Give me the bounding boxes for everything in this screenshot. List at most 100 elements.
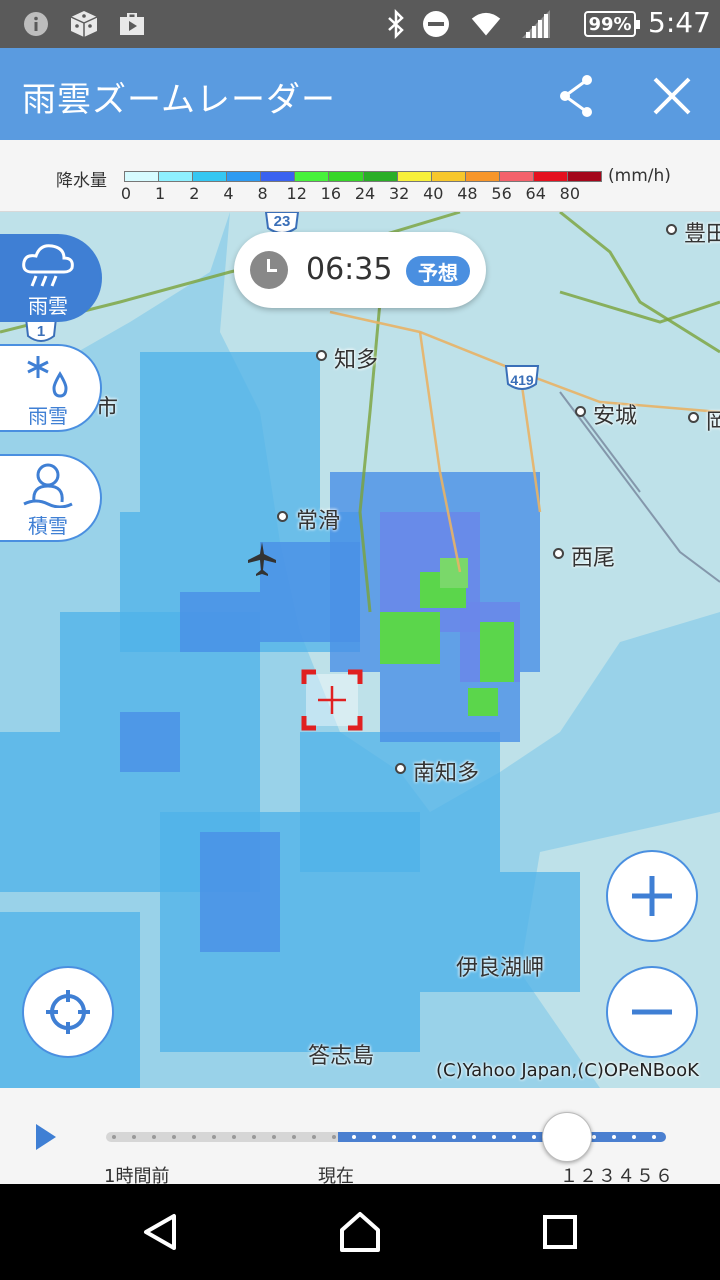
city-marker	[395, 763, 406, 774]
clock-icon	[250, 251, 288, 289]
recents-button[interactable]	[536, 1208, 584, 1256]
city-marker	[316, 350, 327, 361]
map-credit: (C)Yahoo Japan,(C)OPeNBooK	[436, 1060, 699, 1081]
close-icon	[653, 77, 691, 115]
timeline-tick	[132, 1135, 136, 1139]
legend-tick-label: 1	[155, 184, 166, 203]
mode-button-snow-depth[interactable]: 積雪	[0, 454, 102, 542]
timeline-tick	[532, 1135, 536, 1139]
forecast-time-display: 06:35 予想	[234, 232, 486, 308]
timeline-tick	[212, 1135, 216, 1139]
play-button[interactable]	[30, 1120, 60, 1154]
place-label-irago: 伊良湖岬	[456, 956, 545, 981]
city-marker	[666, 224, 677, 235]
legend-color-swatch	[261, 172, 296, 181]
close-button[interactable]	[644, 68, 700, 124]
do-not-disturb-icon	[420, 8, 452, 40]
legend-color-swatch	[465, 172, 500, 181]
route-label: 419	[510, 372, 534, 388]
legend-tick-label: 12	[286, 184, 307, 203]
mode-label: 雨雪	[28, 404, 68, 428]
city-marker	[575, 406, 586, 417]
current-location-icon	[46, 990, 90, 1034]
share-icon	[560, 75, 592, 117]
timeline-tick	[192, 1135, 196, 1139]
route-shield: 23	[264, 212, 300, 234]
zoom-in-icon	[632, 876, 672, 916]
legend-color-swatch	[499, 172, 534, 181]
place-label-toyota: 豊田	[684, 222, 720, 247]
timeline-tick	[412, 1135, 416, 1139]
route-shield: 419	[504, 365, 540, 390]
legend-tick-label: 0	[120, 184, 132, 203]
legend-color-swatch	[363, 172, 398, 181]
place-label-anjo: 安城	[593, 404, 638, 429]
home-icon	[340, 1212, 380, 1252]
timeline-slider-thumb[interactable]	[542, 1112, 592, 1162]
legend-tick-label: 40	[423, 184, 444, 203]
app-title: 雨雲ズームレーダー	[22, 80, 336, 120]
legend-color-scale	[124, 171, 602, 182]
legend-color-swatch	[397, 172, 432, 181]
precipitation-legend: 降水量 0 1 2 4 8 12 16 24 32 40 48 56 64 80 (mm/h)	[0, 140, 720, 212]
timeline-tick	[612, 1135, 616, 1139]
radar-map[interactable]: 23 1 419 知多 安城 豊田 岡 市 常滑 西尾 南知多 伊良湖岬 答志島…	[0, 212, 720, 1088]
legend-tick-label: 24	[354, 184, 376, 203]
current-location-button[interactable]	[22, 966, 114, 1058]
legend-tick-label: 80	[559, 184, 581, 203]
legend-tick-label: 16	[320, 184, 342, 203]
snow-rain-icon	[27, 356, 68, 398]
legend-color-swatch	[295, 172, 330, 181]
legend-color-swatch	[193, 172, 228, 181]
home-button[interactable]	[336, 1208, 384, 1256]
place-label-toshijima: 答志島	[308, 1044, 375, 1069]
status-bar: 99% 5:47	[0, 0, 720, 48]
snowman-icon	[23, 463, 73, 508]
city-marker	[277, 511, 288, 522]
timeline-tick	[332, 1135, 336, 1139]
timeline-tick	[432, 1135, 436, 1139]
legend-color-swatch	[329, 172, 364, 181]
bluetooth-icon	[380, 8, 412, 40]
legend-tick-label: 56	[491, 184, 512, 203]
timeline-tick	[372, 1135, 376, 1139]
back-button[interactable]	[136, 1208, 184, 1256]
status-time: 5:47	[648, 6, 711, 39]
legend-tick-label: 4	[223, 184, 234, 203]
legend-color-swatch	[568, 172, 602, 181]
timeline-tick	[252, 1135, 256, 1139]
legend-tick-label: 8	[257, 184, 268, 203]
place-label-edge-right: 岡	[706, 410, 720, 435]
city-marker	[688, 412, 699, 423]
legend-unit: (mm/h)	[608, 166, 671, 186]
battery-indicator: 99%	[584, 11, 640, 37]
legend-tick-label: 48	[457, 184, 478, 203]
play-icon	[36, 1124, 56, 1150]
mode-button-rain-cloud[interactable]: 雨雲	[0, 234, 102, 322]
legend-tick-label: 64	[525, 184, 546, 203]
timeline-bar: 1時間前 現在 １２３４５６	[0, 1088, 720, 1187]
place-label-nishio: 西尾	[571, 546, 616, 571]
legend-color-swatch	[227, 172, 262, 181]
timeline-tick	[632, 1135, 636, 1139]
timeline-tick	[492, 1135, 496, 1139]
system-nav-bar	[0, 1184, 720, 1280]
timeline-tick	[652, 1135, 656, 1139]
forecast-badge: 予想	[406, 256, 470, 286]
mode-label: 積雪	[28, 514, 68, 538]
timeline-tick	[472, 1135, 476, 1139]
timeline-tick	[272, 1135, 276, 1139]
legend-color-swatch	[431, 172, 466, 181]
share-button[interactable]	[548, 68, 604, 124]
zoom-in-button[interactable]	[606, 850, 698, 942]
play-store-icon	[116, 8, 148, 40]
timeline-tick	[592, 1135, 596, 1139]
zoom-out-button[interactable]	[606, 966, 698, 1058]
timeline-tick	[452, 1135, 456, 1139]
legend-tick-label: 2	[189, 184, 200, 203]
timeline-forecast-range	[338, 1132, 666, 1142]
signal-icon	[520, 8, 552, 40]
mode-button-snow-rain[interactable]: 雨雪	[0, 344, 102, 432]
place-label-chita: 知多	[334, 348, 379, 373]
info-icon	[20, 8, 52, 40]
